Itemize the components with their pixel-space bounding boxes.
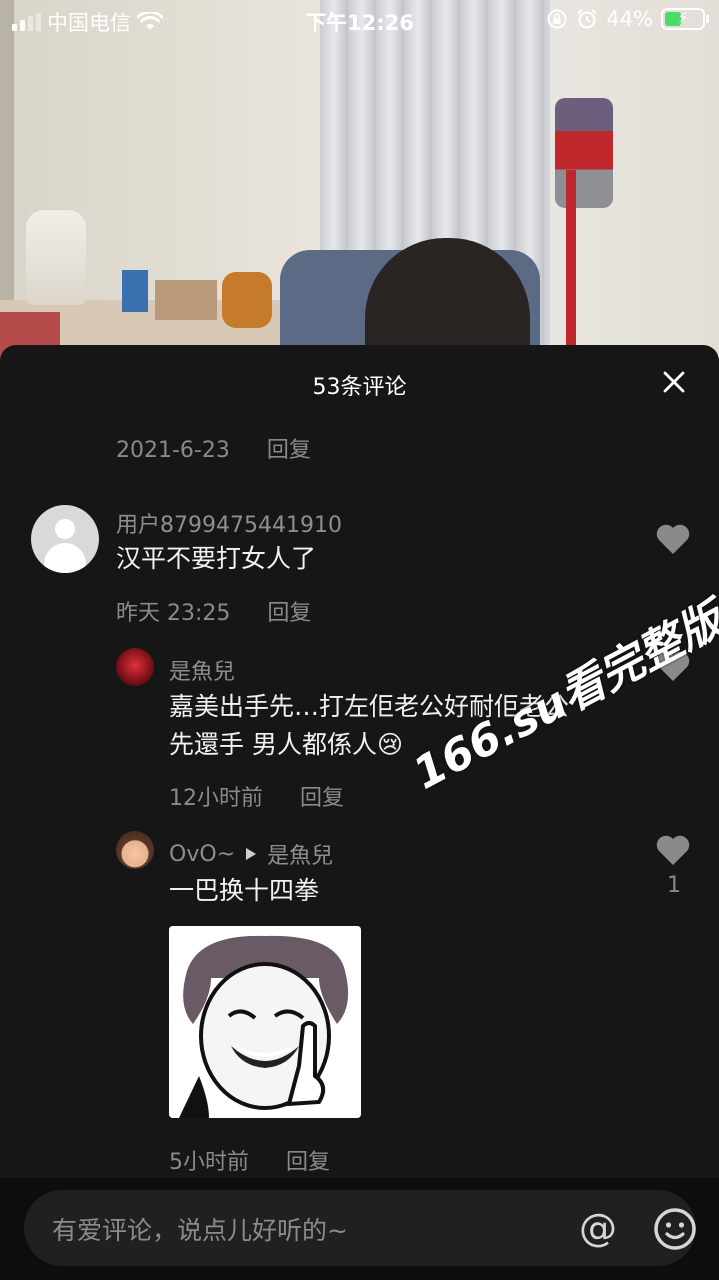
status-bar: 中国电信 下午12:26 44% ⚡ xyxy=(0,0,719,40)
reply-button[interactable]: 回复 xyxy=(267,601,311,626)
jar xyxy=(222,272,272,328)
comment-username[interactable]: OvO~ xyxy=(169,842,235,867)
battery-percent: 44% xyxy=(606,7,653,31)
panel-title: 53条评论 xyxy=(312,375,407,400)
comment-text: 汉平不要打女人了 xyxy=(116,544,317,573)
box xyxy=(155,280,217,320)
battery-charging-icon: ⚡ xyxy=(661,8,709,30)
comment-input-bar: 有爱评论，说点儿好听的~ @ xyxy=(0,1178,719,1280)
comment-date: 2021-6-23 xyxy=(116,438,230,463)
comment-text-line: 先還手 男人都係人😢 xyxy=(169,730,404,759)
avatar[interactable] xyxy=(116,831,154,869)
meme-sticker-image[interactable] xyxy=(169,926,361,1118)
emoji-icon[interactable] xyxy=(652,1206,698,1252)
like-heart-icon[interactable] xyxy=(655,523,691,555)
comment-date: 昨天 23:25 xyxy=(116,601,231,626)
comment-meta: 2021-6-23 回复 xyxy=(116,432,311,464)
reply-target-username[interactable]: 是魚兒 xyxy=(267,838,333,870)
reply-button[interactable]: 回复 xyxy=(300,786,344,811)
vacuum-pole xyxy=(566,170,576,360)
like-heart-icon[interactable] xyxy=(655,834,691,866)
orientation-lock-icon xyxy=(547,9,567,29)
reply-button[interactable]: 回复 xyxy=(267,438,311,463)
close-icon xyxy=(663,371,685,393)
comment-date: 12小时前 xyxy=(169,786,263,811)
comment-text: 一巴换十四拳 xyxy=(169,876,320,905)
bottle xyxy=(122,270,148,312)
comment-meta: 5小时前 回复 xyxy=(169,1144,330,1176)
comment-input[interactable]: 有爱评论，说点儿好听的~ @ xyxy=(24,1190,696,1266)
comment-username[interactable]: 是魚兒 xyxy=(169,654,235,686)
comment-date: 5小时前 xyxy=(169,1150,249,1175)
vacuum-body xyxy=(555,98,613,208)
comment-meta: 昨天 23:25 回复 xyxy=(116,595,311,627)
comment-input-placeholder: 有爱评论，说点儿好听的~ xyxy=(52,1216,348,1245)
like-count: 1 xyxy=(667,873,681,898)
reply-arrow-icon xyxy=(246,848,257,860)
comment-meta: 12小时前 回复 xyxy=(169,780,344,812)
comments-panel: 53条评论 xyxy=(0,345,719,1280)
reply-button[interactable]: 回复 xyxy=(286,1150,330,1175)
comment-username-row: OvO~ 是魚兒 xyxy=(169,838,333,870)
at-icon: @ xyxy=(579,1206,617,1250)
video-background[interactable] xyxy=(0,0,719,360)
avatar[interactable] xyxy=(116,648,154,686)
close-button[interactable] xyxy=(659,367,689,397)
alarm-icon xyxy=(577,9,597,29)
plastic-bag xyxy=(26,210,86,305)
avatar[interactable] xyxy=(31,505,99,573)
mention-button[interactable]: @ xyxy=(576,1208,620,1252)
comment-username[interactable]: 用户8799475441910 xyxy=(116,507,342,539)
